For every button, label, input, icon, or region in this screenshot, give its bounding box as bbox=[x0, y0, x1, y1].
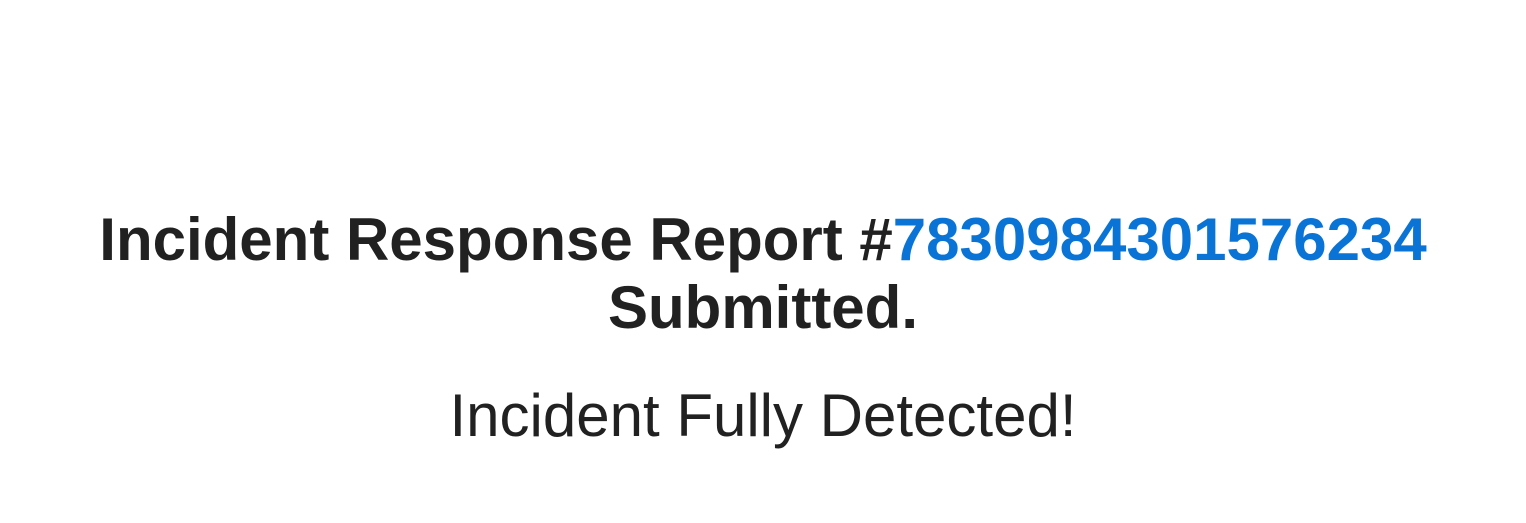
title-suffix: Submitted. bbox=[608, 274, 918, 341]
confirmation-page: Incident Response Report #78309843015762… bbox=[0, 0, 1526, 523]
confirmation-title: Incident Response Report #78309843015762… bbox=[0, 206, 1526, 342]
title-prefix: Incident Response Report # bbox=[99, 206, 893, 273]
status-message: Incident Fully Detected! bbox=[449, 382, 1077, 449]
report-number: 7830984301576234 bbox=[892, 206, 1427, 273]
confirmation-panel: Incident Response Report #78309843015762… bbox=[0, 206, 1526, 450]
